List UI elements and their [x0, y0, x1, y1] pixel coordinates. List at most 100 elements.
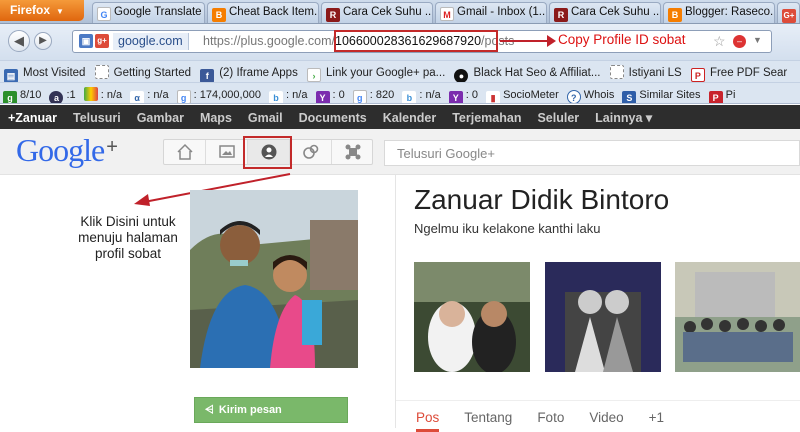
profile-tabs: Pos Tentang Foto Video +1 [396, 400, 800, 432]
tab-label: Cheat Back Item... [229, 6, 319, 18]
tab-plus-one[interactable]: +1 [649, 410, 664, 425]
seo-alpha[interactable]: : n/a [147, 89, 168, 101]
pinterest-icon: P [708, 91, 723, 103]
firefox-menu-button[interactable]: Firefox ▼ [0, 0, 84, 21]
profile-id-highlight [334, 30, 498, 52]
seo-alexa[interactable]: :1 [66, 89, 75, 101]
profile-tagline: Ngelmu iku kelakone kanthi laku [414, 221, 601, 236]
seo-pinterest[interactable]: Pi [726, 89, 736, 101]
back-button[interactable]: ◀ [8, 30, 30, 52]
bookmark-iframe-apps[interactable]: (2) Iframe Apps [219, 67, 298, 79]
send-message-button[interactable]: ⩤ Kirim pesan [194, 397, 348, 423]
seo-whois[interactable]: Whois [584, 89, 615, 101]
tab-label: Google Translate [114, 6, 202, 18]
seo-bing-links[interactable]: : n/a [419, 89, 440, 101]
copy-arrow-icon [500, 35, 556, 47]
logo-text: Google [16, 132, 105, 168]
bookmark-free-pdf[interactable]: Free PDF Sear [710, 67, 787, 79]
games-icon[interactable] [332, 140, 374, 164]
gbar-item-gmail[interactable]: Gmail [240, 106, 291, 130]
tab-cheat-back[interactable]: B Cheat Back Item... [207, 2, 319, 23]
bing-icon: b [402, 91, 417, 103]
similar-sites-icon: S [622, 91, 637, 103]
seo-google-index[interactable]: : 174,000,000 [194, 89, 261, 101]
home-icon[interactable] [164, 140, 206, 164]
tab-label: Blogger: Raseco... [685, 6, 775, 18]
tab-label: Cara Cek Suhu ... [571, 6, 661, 18]
gbar-item-lainnya[interactable]: Lainnya ▾ [587, 105, 660, 130]
google-plus-logo[interactable]: Google + [16, 132, 118, 169]
bookmark-black-hat[interactable]: Black Hat Seo & Affiliat... [473, 67, 600, 79]
tab-video[interactable]: Video [589, 410, 623, 425]
klik-annotation: Klik Disini untuk menuju halaman profil … [78, 214, 178, 261]
google-bar: +Zanuar Telusuri Gambar Maps Gmail Documents K… [0, 105, 800, 129]
blogger-icon: B [212, 8, 226, 22]
gbar-item-telusuri[interactable]: Telusuri [65, 106, 129, 130]
seo-compete[interactable]: : n/a [101, 89, 122, 101]
gplus-icon: G+ [782, 9, 796, 23]
circles-icon[interactable] [290, 140, 332, 164]
gbar-item-terjemahan[interactable]: Terjemahan [444, 106, 529, 130]
seo-sociometer[interactable]: SocioMeter [503, 89, 559, 101]
tab-pos[interactable]: Pos [416, 410, 440, 432]
gbar-item-profile[interactable]: +Zanuar [0, 106, 65, 130]
gbar-item-gambar[interactable]: Gambar [129, 106, 192, 130]
profile-icon-highlight [243, 136, 292, 169]
tab-gmail[interactable]: M Gmail - Inbox (1... [435, 2, 547, 23]
tab-gplus[interactable]: G+ [777, 2, 800, 23]
pagerank-icon: g [3, 91, 17, 103]
stop-icon[interactable]: – [733, 35, 746, 48]
bookmark-link-gplus[interactable]: Link your Google+ pa... [326, 67, 445, 79]
photos-icon[interactable] [206, 140, 248, 164]
dropdown-arrow-icon[interactable]: ▼ [753, 35, 762, 45]
photo-thumbnail[interactable] [414, 262, 530, 372]
tab-foto[interactable]: Foto [537, 410, 564, 425]
tab-tentang[interactable]: Tentang [464, 410, 512, 425]
gbar-item-documents[interactable]: Documents [291, 106, 375, 130]
tab-label: Cara Cek Suhu ... [343, 6, 433, 18]
tab-blogger[interactable]: B Blogger: Raseco... [663, 2, 775, 23]
photo-thumbnail[interactable] [675, 262, 800, 372]
gbar-item-seluler[interactable]: Seluler [529, 106, 587, 130]
bookmark-getting-started[interactable]: Getting Started [114, 67, 191, 79]
gbar-item-kalender[interactable]: Kalender [375, 106, 445, 130]
seo-similar-sites[interactable]: Similar Sites [639, 89, 700, 101]
gplus-favicon-icon: g+ [95, 34, 109, 48]
gplus-header: Google + Telusuri Google+ [0, 129, 800, 175]
seo-yahoo[interactable]: : 0 [333, 89, 345, 101]
seo-google-links[interactable]: : 820 [370, 89, 394, 101]
gmail-icon: M [440, 7, 454, 21]
gplus-search-input[interactable]: Telusuri Google+ [384, 140, 800, 166]
photo-thumbnail[interactable] [545, 262, 661, 372]
seo-pagerank[interactable]: 8/10 [20, 89, 41, 101]
page-icon [609, 65, 624, 79]
column-divider [395, 175, 396, 428]
site-identity-badge[interactable]: google.com [113, 33, 189, 50]
browser-tab-bar: Firefox ▼ G Google Translate B Cheat Back I… [0, 0, 800, 24]
alexa-a-icon: a [49, 91, 64, 103]
tab-cara-cek-1[interactable]: R Cara Cek Suhu ... [321, 2, 433, 23]
bookmark-istiyani[interactable]: Istiyani LS [629, 67, 682, 79]
tab-cara-cek-2[interactable]: R Cara Cek Suhu ... [549, 2, 661, 23]
translate-icon: G [97, 7, 111, 21]
send-message-label: Kirim pesan [218, 404, 282, 416]
seo-yahoo-links[interactable]: : 0 [466, 89, 478, 101]
profile-name: Zanuar Didik Bintoro [414, 184, 670, 215]
tab-label: Gmail - Inbox (1... [457, 6, 547, 18]
site-r-icon: R [326, 8, 340, 22]
bookmark-star-icon[interactable]: ☆ [713, 33, 726, 50]
yahoo-icon: Y [315, 91, 330, 103]
gbar-item-maps[interactable]: Maps [192, 106, 240, 130]
bookmarks-toolbar: ▤ Most Visited Getting Started f (2) Ifram… [0, 60, 800, 82]
bing-icon: b [269, 91, 284, 103]
whois-icon: ? [566, 90, 581, 103]
seo-toolbar: g 8/10 a:1 : n/a α: n/a g: 174,000,000 b:… [0, 82, 800, 104]
google-links-icon: g [352, 90, 367, 103]
forward-button[interactable]: ▶ [34, 32, 52, 50]
alpha-icon: α [130, 91, 145, 103]
seo-bing[interactable]: : n/a [286, 89, 307, 101]
tab-google-translate[interactable]: G Google Translate [92, 2, 205, 23]
bookmark-most-visited[interactable]: Most Visited [23, 67, 85, 79]
google-index-icon: g [176, 90, 191, 103]
page-icon [94, 65, 109, 79]
